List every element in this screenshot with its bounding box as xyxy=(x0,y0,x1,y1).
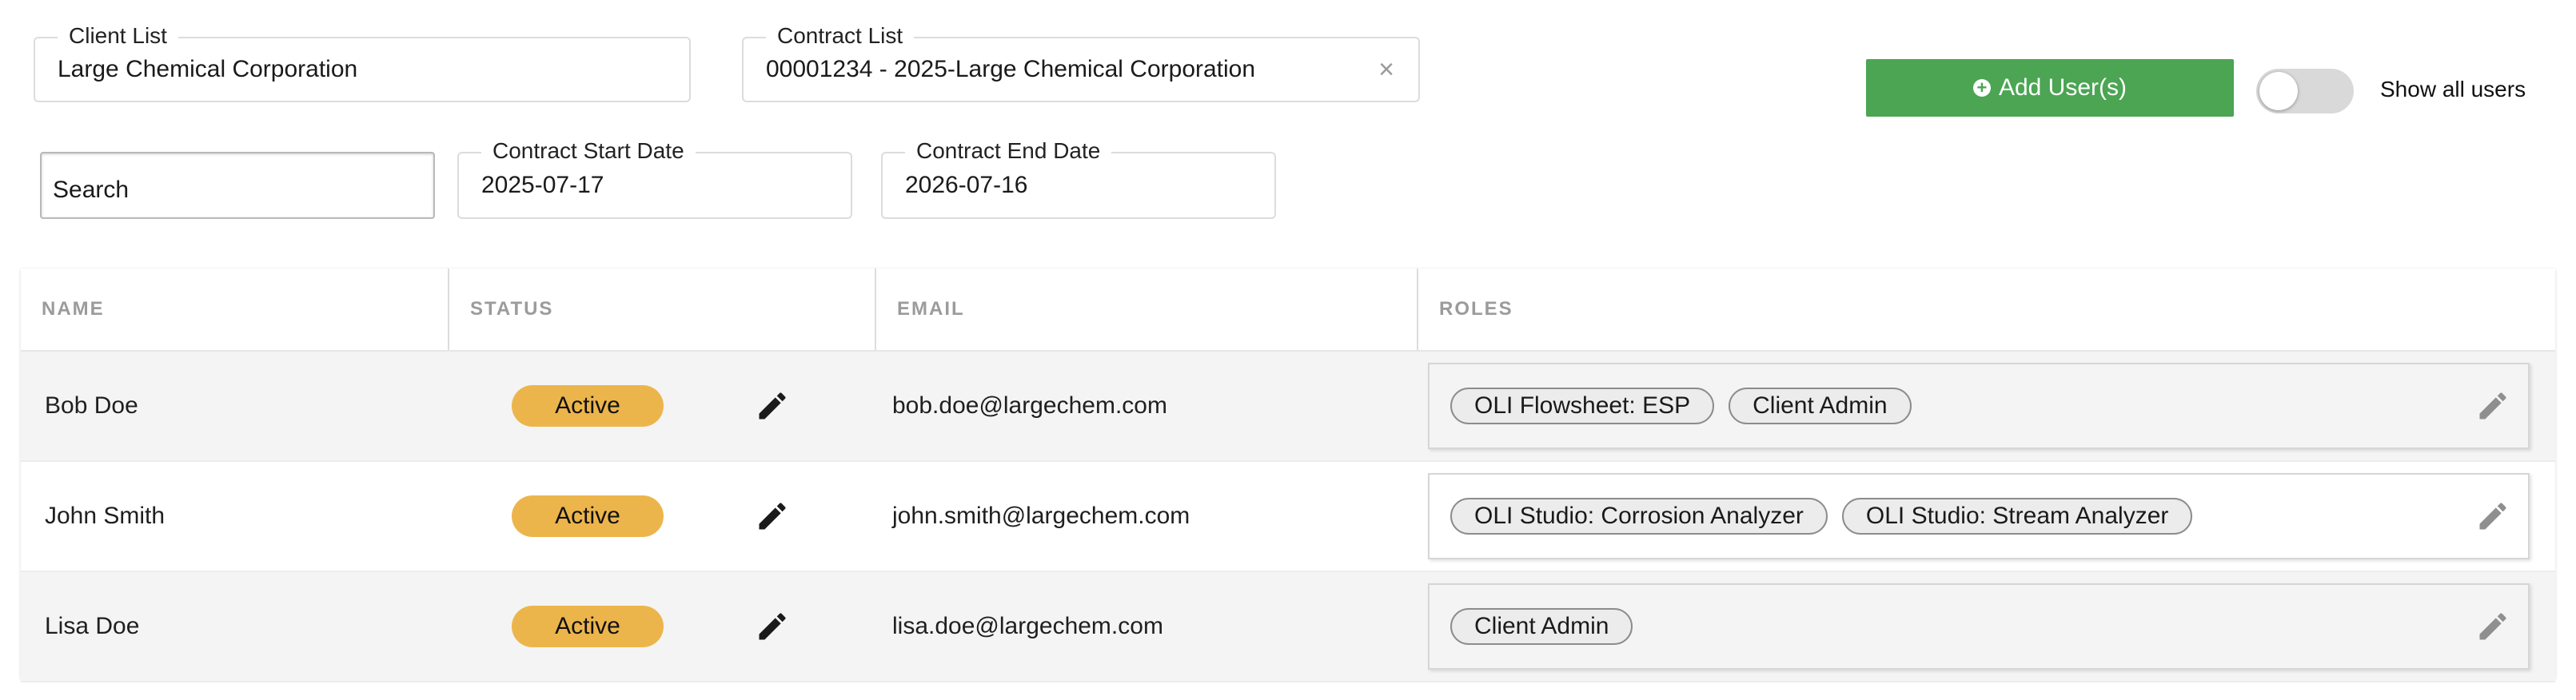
table-row: John Smith Active john.smith@largechem.c… xyxy=(21,462,2555,572)
contract-end-date-value: 2026-07-16 xyxy=(905,172,1028,198)
role-chip: OLI Studio: Corrosion Analyzer xyxy=(1450,498,1828,535)
user-email: lisa.doe@largechem.com xyxy=(892,613,1163,639)
roles-field[interactable]: Client Admin xyxy=(1428,583,2530,670)
user-email: bob.doe@largechem.com xyxy=(892,392,1167,419)
edit-status-icon[interactable] xyxy=(755,609,790,644)
column-header-roles[interactable]: ROLES xyxy=(1417,268,2555,350)
toggle-knob xyxy=(2259,72,2298,110)
add-users-button[interactable]: + Add User(s) xyxy=(1866,59,2234,117)
plus-circle-icon: + xyxy=(1972,79,1991,97)
table-header: NAME STATUS EMAIL ROLES xyxy=(21,268,2555,352)
table-row: Lisa Doe Active lisa.doe@largechem.com C… xyxy=(21,572,2555,682)
edit-roles-icon[interactable] xyxy=(2475,499,2510,534)
user-email: john.smith@largechem.com xyxy=(892,503,1190,529)
role-chip: OLI Flowsheet: ESP xyxy=(1450,388,1715,424)
clear-icon[interactable]: × xyxy=(1378,38,1394,101)
contract-list-select[interactable]: Contract List 00001234 - 2025-Large Chem… xyxy=(742,22,1420,102)
column-header-name[interactable]: NAME xyxy=(21,268,448,350)
user-name: Lisa Doe xyxy=(45,613,140,639)
edit-roles-icon[interactable] xyxy=(2475,388,2510,424)
status-badge: Active xyxy=(512,606,664,647)
role-chip: Client Admin xyxy=(1450,608,1633,645)
role-chip: OLI Studio: Stream Analyzer xyxy=(1841,498,2193,535)
edit-status-icon[interactable] xyxy=(755,499,790,534)
column-header-email[interactable]: EMAIL xyxy=(875,268,1417,350)
roles-field[interactable]: OLI Studio: Corrosion Analyzer OLI Studi… xyxy=(1428,473,2530,559)
client-list-value: Large Chemical Corporation xyxy=(58,56,358,82)
table-row: Bob Doe Active bob.doe@largechem.com OLI… xyxy=(21,352,2555,462)
contract-end-date-field[interactable]: Contract End Date 2026-07-16 xyxy=(881,137,1276,219)
user-name: Bob Doe xyxy=(45,392,138,419)
client-list-select[interactable]: Client List Large Chemical Corporation xyxy=(34,22,691,102)
role-chip: Client Admin xyxy=(1729,388,1912,424)
show-all-users-toggle[interactable] xyxy=(2256,69,2354,113)
contract-start-date-value: 2025-07-17 xyxy=(481,172,604,198)
column-header-status[interactable]: STATUS xyxy=(448,268,875,350)
add-users-label: Add User(s) xyxy=(1998,74,2127,101)
show-all-users-label: Show all users xyxy=(2380,77,2526,101)
user-name: John Smith xyxy=(45,503,165,529)
edit-status-icon[interactable] xyxy=(755,388,790,424)
contract-list-value: 00001234 - 2025-Large Chemical Corporati… xyxy=(766,56,1256,82)
roles-field[interactable]: OLI Flowsheet: ESP Client Admin xyxy=(1428,363,2530,449)
search-input[interactable] xyxy=(40,152,435,219)
status-badge: Active xyxy=(512,495,664,537)
users-table: NAME STATUS EMAIL ROLES Bob Doe Active b… xyxy=(21,268,2555,682)
edit-roles-icon[interactable] xyxy=(2475,609,2510,644)
status-badge: Active xyxy=(512,385,664,427)
contract-start-date-field[interactable]: Contract Start Date 2025-07-17 xyxy=(457,137,852,219)
